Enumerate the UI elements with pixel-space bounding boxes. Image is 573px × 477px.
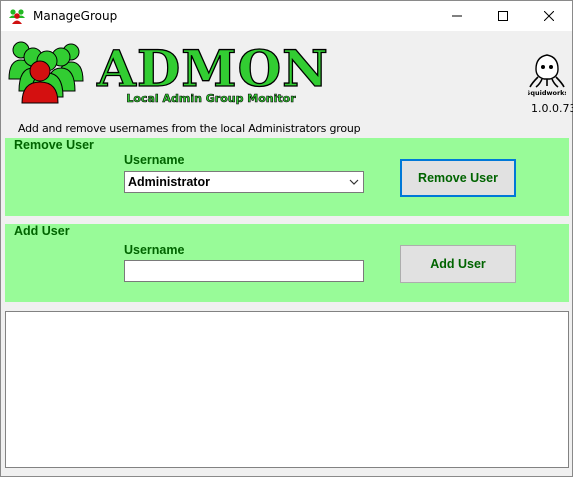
title-bar[interactable]: ManageGroup	[1, 1, 572, 31]
output-log-textbox[interactable]	[5, 311, 569, 468]
user-group-icon	[8, 41, 84, 104]
squid-icon	[529, 54, 565, 88]
add-username-input[interactable]	[124, 260, 364, 282]
manage-group-window: ManageGroup ADMON Local Admin Group Moni…	[0, 0, 573, 477]
add-user-button[interactable]: Add User	[400, 245, 516, 283]
window-title: ManageGroup	[33, 9, 118, 23]
app-people-icon	[9, 9, 25, 24]
squidworks-logo: Squidworks	[528, 54, 566, 97]
logo-subtitle: Local Admin Group Monitor	[126, 92, 296, 105]
close-button[interactable]	[526, 1, 572, 31]
remove-user-group: Remove User Username Administrator Remov…	[5, 138, 569, 216]
vendor-name: Squidworks	[528, 89, 566, 97]
version-label: 1.0.0.73	[531, 102, 573, 115]
add-username-label: Username	[124, 243, 185, 257]
remove-username-label: Username	[124, 153, 185, 167]
add-user-group-title: Add User	[14, 224, 70, 238]
chevron-down-icon	[349, 179, 359, 185]
maximize-icon	[498, 11, 508, 21]
maximize-button[interactable]	[480, 1, 526, 31]
remove-user-button[interactable]: Remove User	[400, 159, 516, 197]
minimize-button[interactable]	[434, 1, 480, 31]
remove-user-group-title: Remove User	[14, 138, 94, 152]
admon-logo: ADMON Local Admin Group Monitor	[8, 39, 329, 105]
minimize-icon	[452, 15, 462, 17]
logo-title: ADMON	[96, 39, 329, 98]
add-user-group: Add User Username Add User	[5, 224, 569, 302]
remove-username-value: Administrator	[128, 175, 210, 189]
close-icon	[544, 11, 554, 21]
description-text: Add and remove usernames from the local …	[18, 122, 361, 135]
remove-username-dropdown[interactable]: Administrator	[124, 171, 364, 193]
